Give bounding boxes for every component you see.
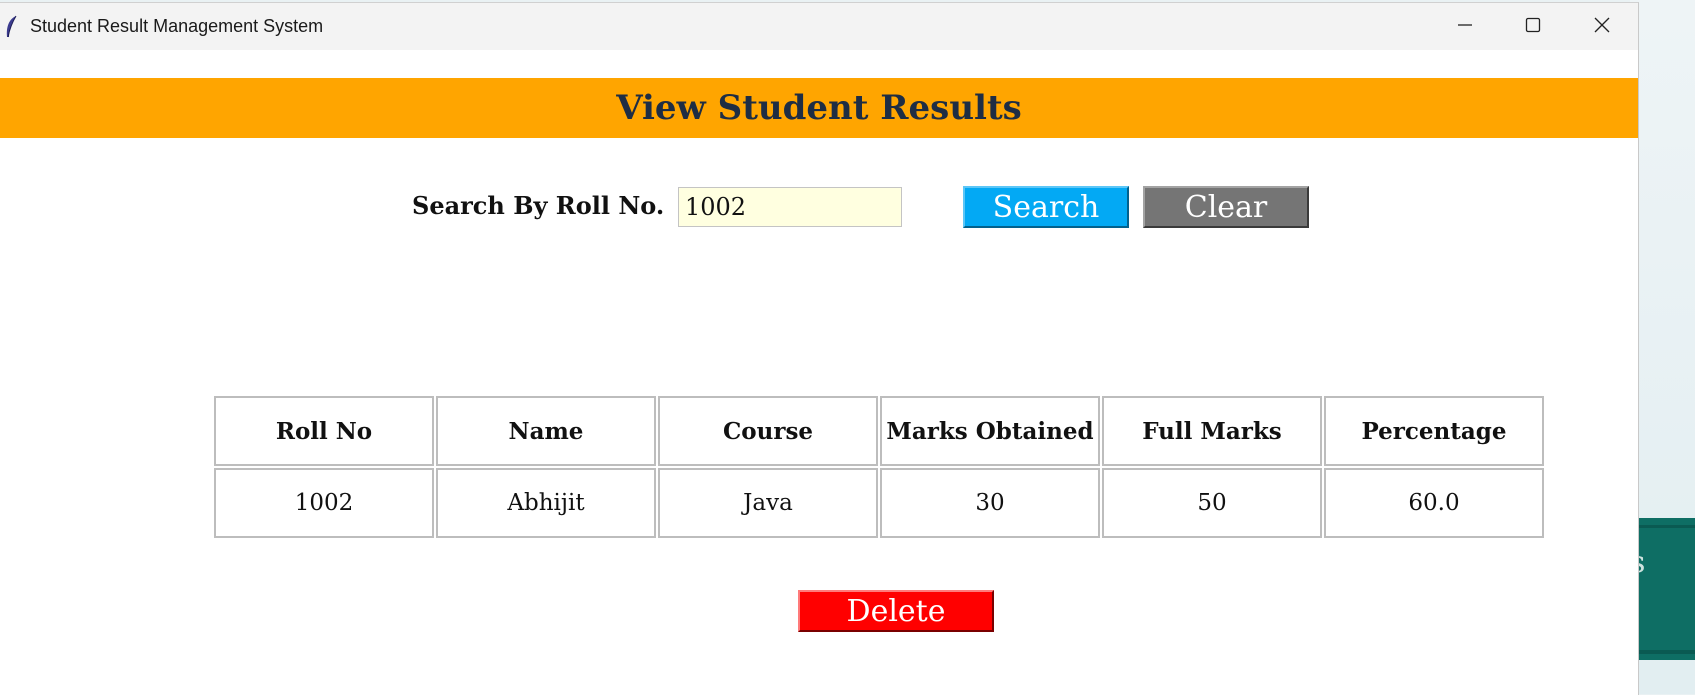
cell-percentage: 60.0 — [1324, 468, 1544, 538]
column-header-percentage: Percentage — [1324, 396, 1544, 466]
cell-marks-obtained: 30 — [880, 468, 1100, 538]
search-button[interactable]: Search — [963, 186, 1129, 228]
cell-full-marks: 50 — [1102, 468, 1322, 538]
results-table: Roll No Name Course Marks Obtained Full … — [213, 395, 1545, 539]
maximize-button[interactable] — [1498, 3, 1568, 50]
roll-no-search-input[interactable] — [678, 187, 902, 227]
column-header-marks-obtained: Marks Obtained — [880, 396, 1100, 466]
close-icon — [1594, 17, 1610, 37]
window-title: Student Result Management System — [30, 16, 324, 36]
app-window: Student Result Management System View St… — [0, 2, 1639, 695]
minimize-button[interactable] — [1430, 3, 1500, 50]
background-divider — [1630, 525, 1695, 528]
cell-roll-no: 1002 — [214, 468, 434, 538]
cell-course: Java — [658, 468, 878, 538]
feather-icon — [4, 15, 18, 39]
background-divider — [1630, 650, 1695, 654]
search-label: Search By Roll No. — [412, 191, 665, 220]
table-header-row: Roll No Name Course Marks Obtained Full … — [213, 395, 1545, 467]
table-row[interactable]: 1002 Abhijit Java 30 50 60.0 — [213, 467, 1545, 539]
header-banner: View Student Results — [0, 78, 1638, 138]
clear-button[interactable]: Clear — [1143, 186, 1309, 228]
title-bar[interactable]: Student Result Management System — [0, 3, 1638, 50]
cell-name: Abhijit — [436, 468, 656, 538]
column-header-name: Name — [436, 396, 656, 466]
maximize-icon — [1525, 17, 1541, 37]
column-header-course: Course — [658, 396, 878, 466]
close-button[interactable] — [1567, 3, 1637, 50]
minimize-icon — [1457, 17, 1473, 37]
page-title: View Student Results — [616, 88, 1022, 128]
column-header-full-marks: Full Marks — [1102, 396, 1322, 466]
column-header-roll-no: Roll No — [214, 396, 434, 466]
background-teal-panel — [1630, 518, 1695, 660]
delete-button[interactable]: Delete — [798, 590, 994, 632]
